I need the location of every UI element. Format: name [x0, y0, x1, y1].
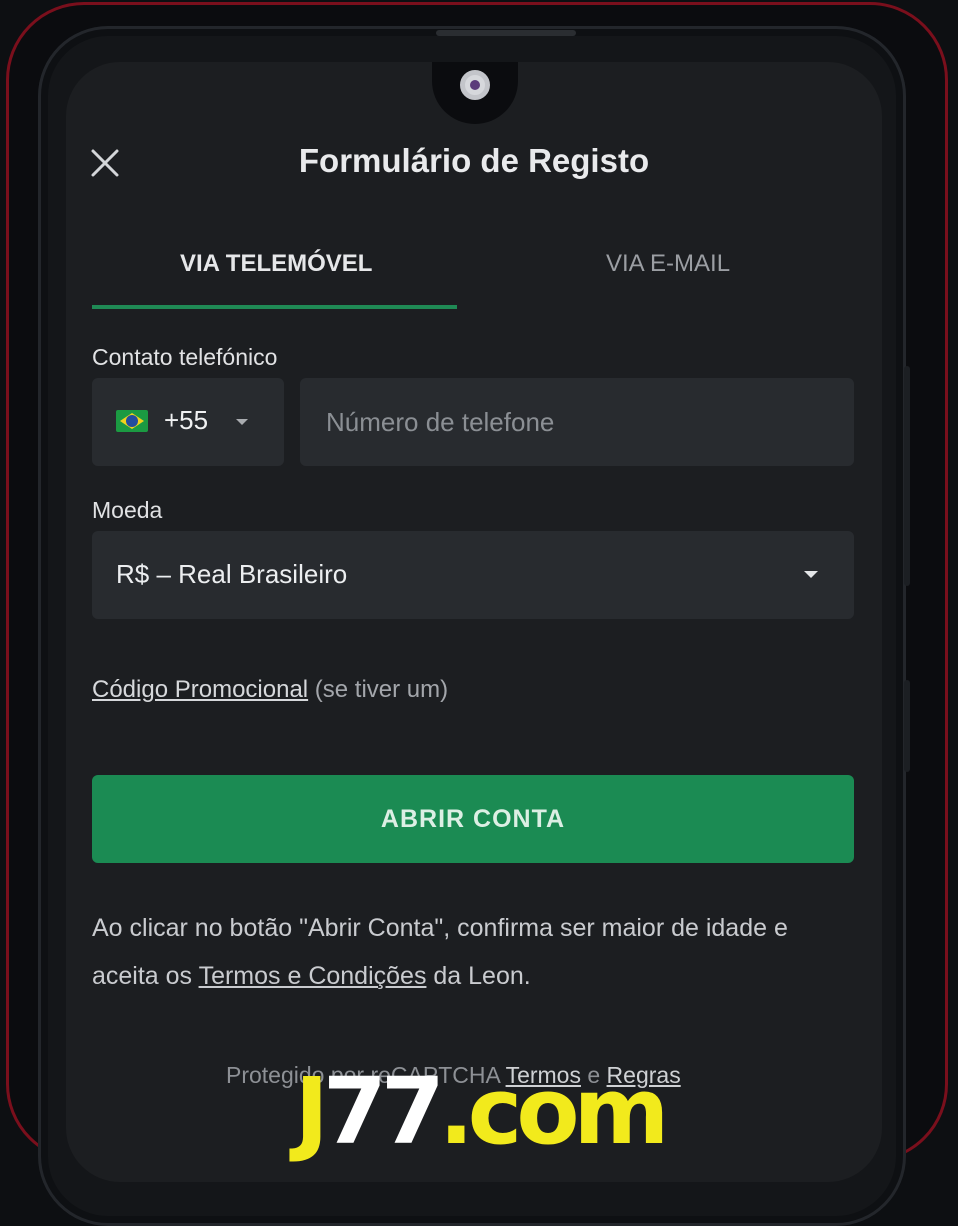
country-code-select[interactable]: +55 [92, 378, 284, 466]
tab-via-telemovel[interactable]: VIA TELEMÓVEL [180, 250, 372, 278]
currency-selected-value: R$ – Real Brasileiro [116, 559, 348, 589]
watermark-77: 77 [322, 1058, 445, 1165]
open-account-button[interactable]: ABRIR CONTA [92, 775, 854, 863]
promo-code-hint: (se tiver um) [308, 676, 449, 703]
phone-number-input[interactable] [300, 378, 854, 466]
page-title: Formulário de Registo [298, 142, 650, 179]
power-button [904, 680, 910, 772]
promo-code-row: Código Promocional (se tiver um) [92, 676, 448, 704]
terms-text-end: da Leon. [426, 962, 531, 990]
promo-code-link[interactable]: Código Promocional [92, 676, 308, 703]
watermark-logo: J77.com [0, 1062, 958, 1162]
speaker-grille [436, 30, 576, 36]
brazil-flag-icon [116, 410, 148, 432]
watermark-dotcom: .com [438, 1058, 670, 1165]
watermark-j: J [294, 1058, 329, 1165]
active-tab-indicator [92, 305, 457, 309]
chevron-down-icon [804, 571, 818, 578]
terms-link[interactable]: Termos e Condições [199, 962, 427, 990]
camera-notch [432, 62, 518, 124]
volume-button [904, 366, 910, 586]
currency-select[interactable]: R$ – Real Brasileiro [92, 531, 854, 619]
chevron-down-icon [236, 419, 248, 425]
country-code-value: +55 [164, 405, 209, 435]
terms-notice: Ao clicar no botão "Abrir Conta", confir… [92, 904, 832, 1000]
phone-label: Contato telefónico [92, 344, 278, 370]
phone-screen: Formulário de Registo VIA TELEMÓVEL VIA … [66, 62, 882, 1182]
currency-label: Moeda [92, 497, 163, 523]
camera-icon [460, 70, 490, 100]
tab-via-email[interactable]: VIA E-MAIL [606, 250, 730, 278]
